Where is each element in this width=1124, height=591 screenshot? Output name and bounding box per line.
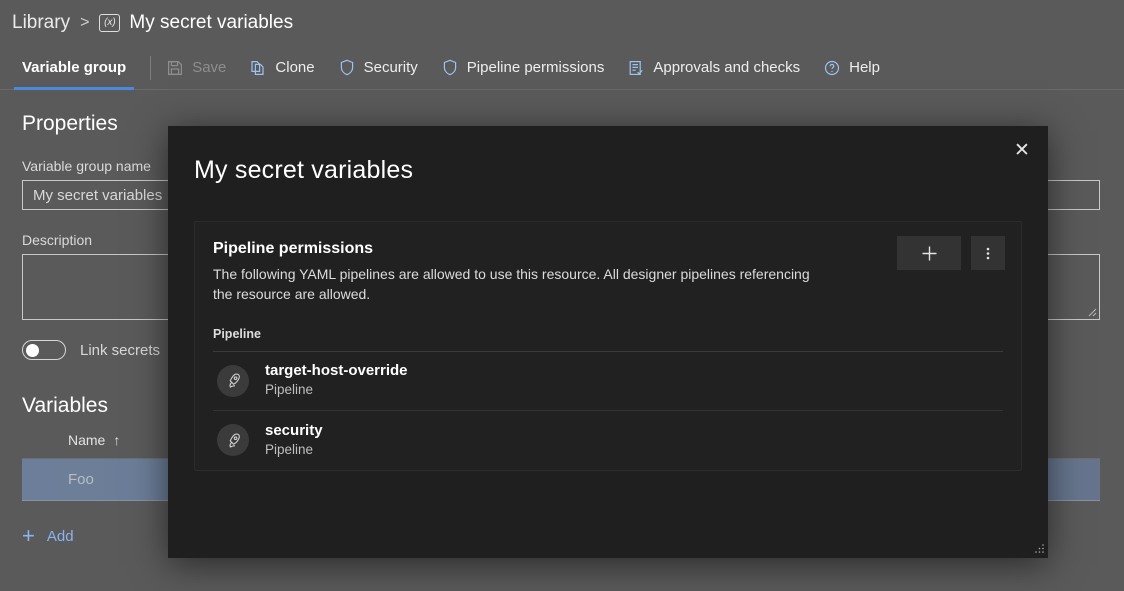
clone-button[interactable]: Clone — [250, 46, 315, 90]
tab-variable-group[interactable]: Variable group — [14, 46, 135, 90]
link-secrets-toggle[interactable] — [22, 340, 66, 360]
pipeline-permissions-button[interactable]: Pipeline permissions — [442, 46, 605, 90]
pipeline-subtitle: Pipeline — [265, 382, 314, 398]
list-item-text: target-host-override Pipeline — [265, 362, 408, 398]
plus-icon: + — [22, 523, 35, 548]
save-label: Save — [192, 59, 227, 76]
help-icon — [824, 60, 840, 76]
add-variable-label: Add — [46, 527, 74, 545]
approvals-and-checks-button[interactable]: Approvals and checks — [628, 46, 800, 90]
page-title: My secret variables — [129, 12, 294, 33]
list-item[interactable]: security Pipeline — [213, 411, 1003, 470]
toolbar: Variable group Save Clone Security Pipel… — [0, 46, 1124, 90]
breadcrumb: Library > (x) My secret variables — [0, 0, 1124, 46]
card-actions — [897, 236, 1005, 270]
rocket-icon — [217, 364, 249, 397]
clone-label: Clone — [275, 59, 315, 76]
shield-icon — [339, 59, 355, 76]
rocket-icon — [217, 424, 249, 457]
pipeline-list-header: Pipeline — [213, 305, 1003, 352]
sort-ascending-icon: ↑ — [113, 432, 121, 448]
variable-name-input[interactable]: Foo — [68, 471, 94, 488]
clone-icon — [250, 60, 266, 76]
add-pipeline-button[interactable] — [897, 236, 961, 270]
help-label: Help — [849, 59, 880, 76]
list-item[interactable]: target-host-override Pipeline — [213, 352, 1003, 411]
card-title: Pipeline permissions — [213, 240, 374, 257]
pipeline-subtitle: Pipeline — [265, 441, 314, 457]
pipeline-permissions-card: Pipeline permissions The following YAML … — [194, 221, 1022, 471]
breadcrumb-library-link[interactable]: Library — [12, 12, 70, 34]
help-button[interactable]: Help — [824, 46, 880, 90]
close-icon[interactable]: ✕ — [1006, 134, 1038, 166]
save-icon — [167, 60, 183, 76]
save-button[interactable]: Save — [167, 46, 226, 90]
plus-icon — [922, 246, 936, 260]
resize-grip-icon[interactable] — [1085, 305, 1097, 317]
dialog-resize-grip-icon[interactable] — [1032, 542, 1045, 555]
pipeline-permissions-label: Pipeline permissions — [466, 59, 605, 76]
link-secrets-label: Link secrets — [80, 341, 161, 359]
security-button[interactable]: Security — [339, 46, 418, 90]
column-header-name: Name — [68, 432, 106, 448]
more-options-button[interactable] — [971, 236, 1005, 270]
dialog-title: My secret variables — [194, 156, 414, 184]
approvals-and-checks-label: Approvals and checks — [653, 59, 801, 76]
pipeline-name: target-host-override — [265, 362, 408, 380]
shield-icon — [442, 59, 458, 76]
checklist-icon — [628, 60, 644, 76]
card-description: The following YAML pipelines are allowed… — [213, 266, 810, 303]
breadcrumb-separator-icon: > — [80, 14, 90, 31]
variable-group-icon: (x) — [99, 14, 121, 32]
pipeline-permissions-dialog: ✕ My secret variables Pipeline permissio… — [168, 126, 1048, 558]
pipeline-name: security — [265, 421, 323, 439]
security-label: Security — [363, 59, 418, 76]
list-item-text: security Pipeline — [265, 422, 323, 458]
kebab-menu-icon — [986, 247, 990, 259]
toggle-knob — [26, 343, 39, 357]
toolbar-divider — [150, 55, 152, 80]
